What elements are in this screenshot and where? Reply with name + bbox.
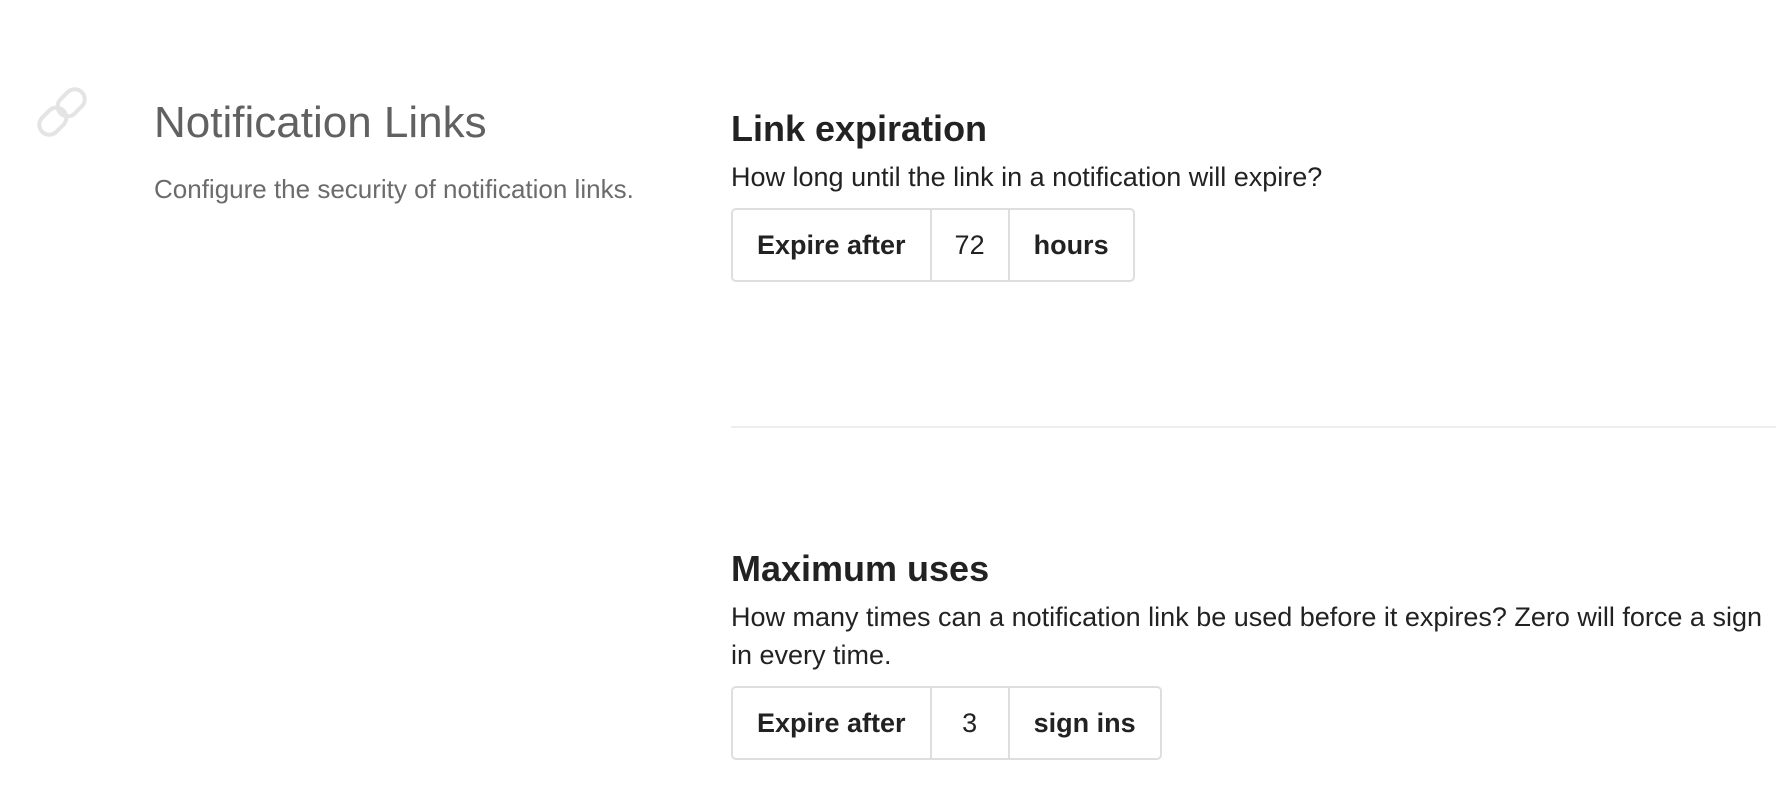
maximum-uses-input-group: Expire after sign ins bbox=[731, 686, 1162, 760]
link-expiration-setting: Link expiration How long until the link … bbox=[731, 104, 1776, 282]
link-expiration-hours-input[interactable] bbox=[929, 210, 1010, 280]
link-expiration-suffix: hours bbox=[1033, 229, 1109, 260]
link-expiration-input-group: Expire after hours bbox=[731, 208, 1135, 282]
maximum-uses-input[interactable] bbox=[929, 688, 1010, 758]
settings-page: Notification Links Configure the securit… bbox=[0, 0, 1792, 806]
section-divider bbox=[731, 426, 1776, 428]
maximum-uses-suffix: sign ins bbox=[1033, 707, 1136, 738]
link-expiration-prefix: Expire after bbox=[757, 229, 906, 260]
section-title: Notification Links bbox=[154, 98, 487, 147]
maximum-uses-description: How many times can a notification link b… bbox=[731, 602, 1762, 670]
link-icon bbox=[37, 87, 87, 137]
link-expiration-description: How long until the link in a notificatio… bbox=[731, 162, 1323, 192]
maximum-uses-heading: Maximum uses bbox=[731, 548, 990, 589]
maximum-uses-setting: Maximum uses How many times can a notifi… bbox=[731, 544, 1776, 760]
maximum-uses-prefix: Expire after bbox=[757, 707, 906, 738]
section-description: Configure the security of notification l… bbox=[154, 174, 634, 204]
link-expiration-heading: Link expiration bbox=[731, 108, 988, 149]
